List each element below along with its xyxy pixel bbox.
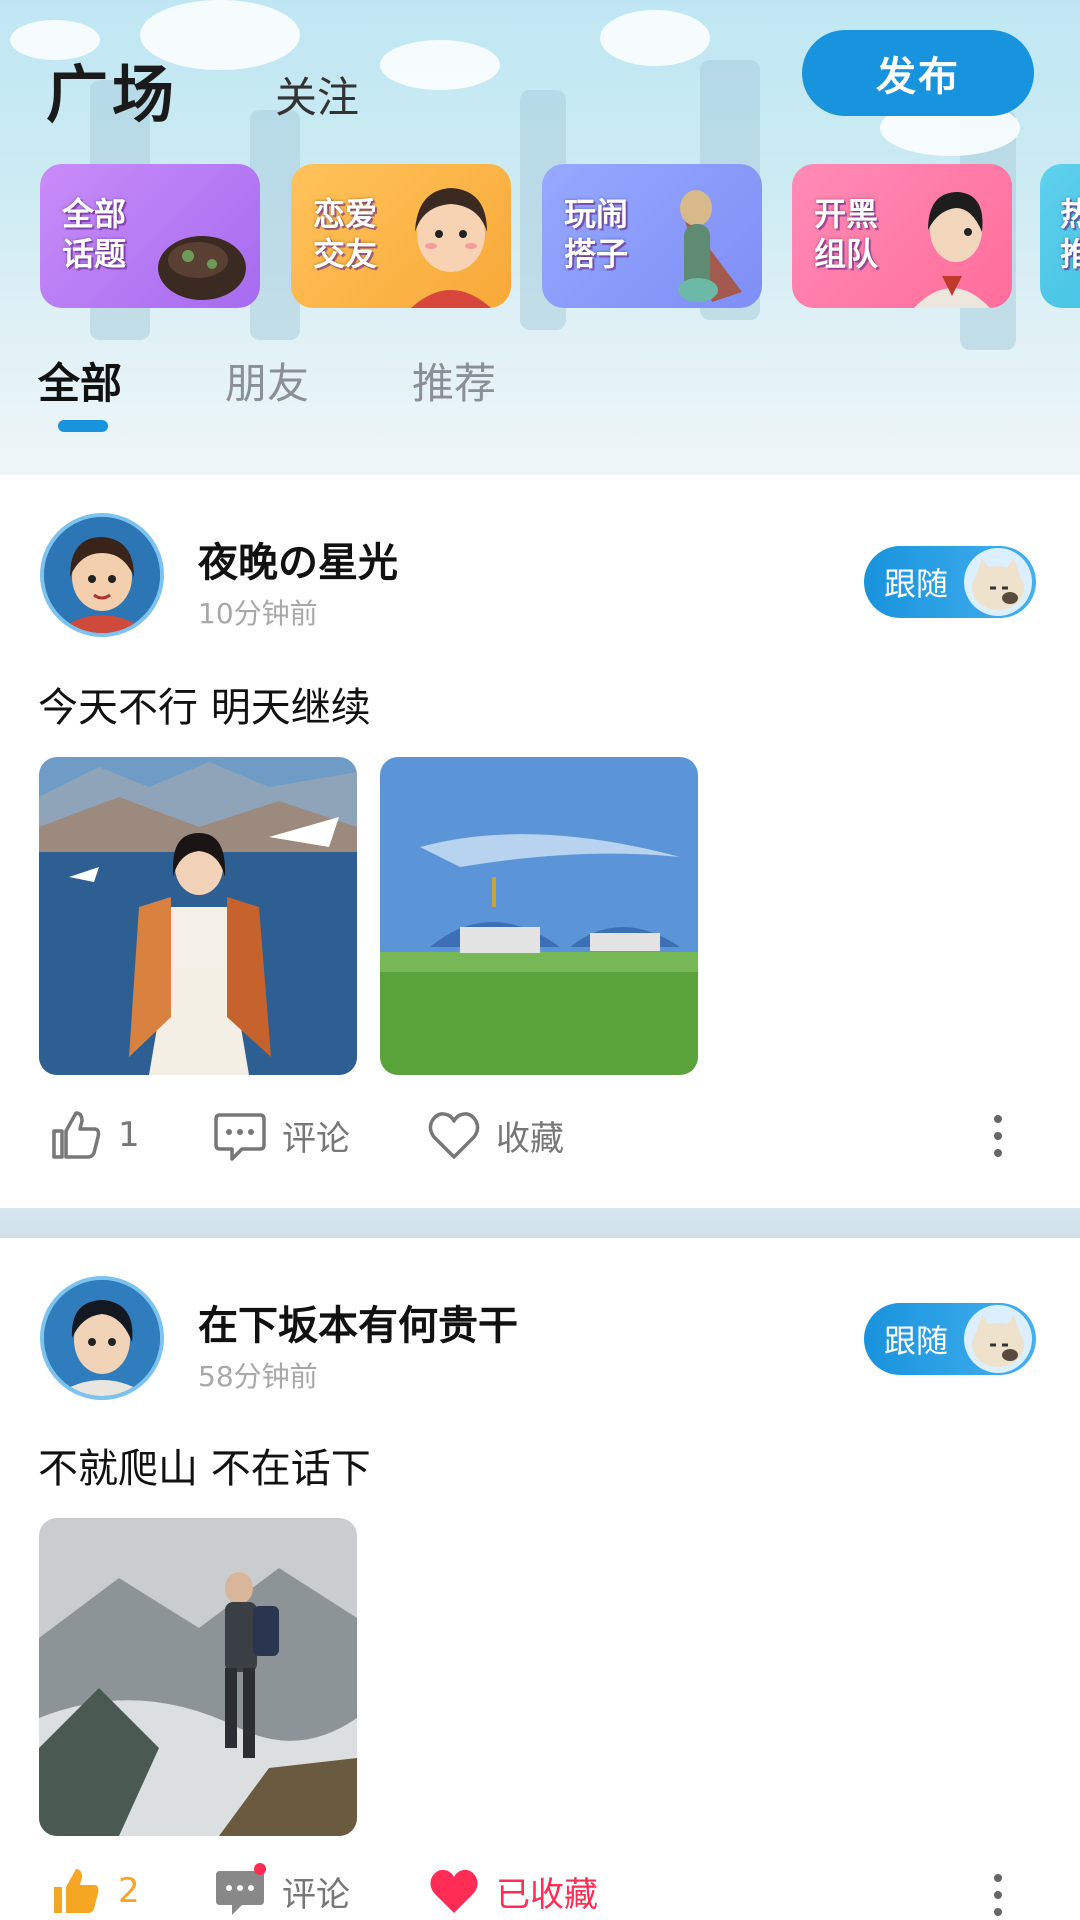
post-content: 今天不行 明天继续 bbox=[38, 685, 371, 731]
thumbs-up-icon bbox=[52, 1111, 101, 1159]
lake-portrait-image bbox=[39, 757, 357, 1075]
collect-label: 已收藏 bbox=[496, 1874, 598, 1915]
comment-icon bbox=[214, 1113, 266, 1161]
comment-button[interactable]: 评论 bbox=[212, 1863, 350, 1919]
follow-button[interactable]: 跟随 bbox=[864, 546, 1036, 618]
like-count: 1 bbox=[118, 1115, 140, 1155]
collect-label: 收藏 bbox=[496, 1118, 564, 1159]
topic-label: 热 推 bbox=[1060, 195, 1080, 273]
post-timestamp: 58分钟前 bbox=[198, 1360, 318, 1393]
like-button[interactable]: 1 bbox=[48, 1107, 140, 1163]
post-content: 不就爬山 不在话下 bbox=[38, 1446, 371, 1492]
like-count: 2 bbox=[118, 1871, 140, 1911]
tab-friends[interactable]: 朋友 bbox=[225, 350, 309, 411]
username[interactable]: 夜晚の星光 bbox=[198, 530, 398, 588]
thumbs-up-filled-icon bbox=[54, 1869, 99, 1913]
topic-label: 玩闹 搭子 bbox=[564, 195, 629, 273]
post-photo[interactable] bbox=[380, 757, 698, 1075]
more-options-icon[interactable] bbox=[990, 1115, 1006, 1157]
collect-button[interactable]: 收藏 bbox=[426, 1107, 564, 1163]
post-divider bbox=[0, 1208, 1080, 1238]
follow-label: 跟随 bbox=[884, 565, 949, 603]
rock-icon bbox=[158, 236, 246, 300]
avatar[interactable] bbox=[40, 513, 164, 637]
follow-button[interactable]: 跟随 bbox=[864, 1303, 1036, 1375]
active-tab-indicator bbox=[58, 420, 108, 432]
tab-following[interactable]: 关注 bbox=[275, 64, 359, 125]
topic-card-hot[interactable]: 热 推 bbox=[1040, 164, 1080, 308]
schoolgirl-character-icon bbox=[914, 192, 990, 308]
topic-card-team[interactable]: 开黑 组队 bbox=[792, 164, 1012, 308]
cat-mascot-icon bbox=[964, 1305, 1032, 1373]
post-card: 夜晚の星光 10分钟前 跟随 今天不行 明天继续 1 评论 收藏 bbox=[0, 475, 1080, 1208]
topic-card-dating[interactable]: 恋爱 交友 bbox=[291, 164, 511, 308]
comment-label: 评论 bbox=[282, 1118, 350, 1159]
post-card: 在下坂本有何贵干 58分钟前 跟随 不就爬山 不在话下 2 评论 已收藏 bbox=[0, 1238, 1080, 1920]
topic-label: 开黑 组队 bbox=[814, 195, 879, 273]
topic-card-all[interactable]: 全部 话题 bbox=[40, 164, 260, 308]
cat-mascot-icon bbox=[964, 548, 1032, 616]
post-photo[interactable] bbox=[39, 1518, 357, 1836]
topic-card-playmate[interactable]: 玩闹 搭子 bbox=[542, 164, 762, 308]
header-background: 广场 关注 发布 全部 话题 恋爱 交友 玩闹 搭子 开黑 组队 热 推 全部 … bbox=[0, 0, 1080, 475]
topic-label: 恋爱 交友 bbox=[313, 195, 378, 273]
topic-label: 全部 话题 bbox=[62, 195, 127, 273]
mountain-hiker-image bbox=[39, 1518, 357, 1836]
comment-button[interactable]: 评论 bbox=[212, 1107, 350, 1163]
fairy-character-icon bbox=[678, 190, 742, 302]
heart-filled-icon bbox=[430, 1869, 478, 1913]
avatar[interactable] bbox=[40, 1276, 164, 1400]
more-options-icon[interactable] bbox=[990, 1874, 1006, 1916]
like-button[interactable]: 2 bbox=[48, 1863, 140, 1919]
girl-character-icon bbox=[411, 188, 491, 308]
grassland-yurt-image bbox=[380, 757, 698, 1075]
comment-label: 评论 bbox=[282, 1874, 350, 1915]
tab-recommended[interactable]: 推荐 bbox=[412, 350, 496, 411]
comment-filled-icon bbox=[216, 1863, 266, 1915]
post-photo[interactable] bbox=[39, 757, 357, 1075]
tab-all[interactable]: 全部 bbox=[38, 350, 122, 411]
post-timestamp: 10分钟前 bbox=[198, 597, 318, 630]
collect-button[interactable]: 已收藏 bbox=[426, 1863, 598, 1919]
boy-avatar-icon bbox=[44, 1280, 160, 1396]
heart-outline-icon bbox=[428, 1112, 480, 1159]
follow-label: 跟随 bbox=[884, 1322, 949, 1360]
page-title[interactable]: 广场 bbox=[46, 44, 178, 134]
girl-avatar-icon bbox=[44, 517, 160, 633]
username[interactable]: 在下坂本有何贵干 bbox=[198, 1293, 518, 1351]
feed-tabs: 全部 朋友 推荐 bbox=[0, 350, 1080, 440]
publish-button[interactable]: 发布 bbox=[802, 30, 1034, 116]
